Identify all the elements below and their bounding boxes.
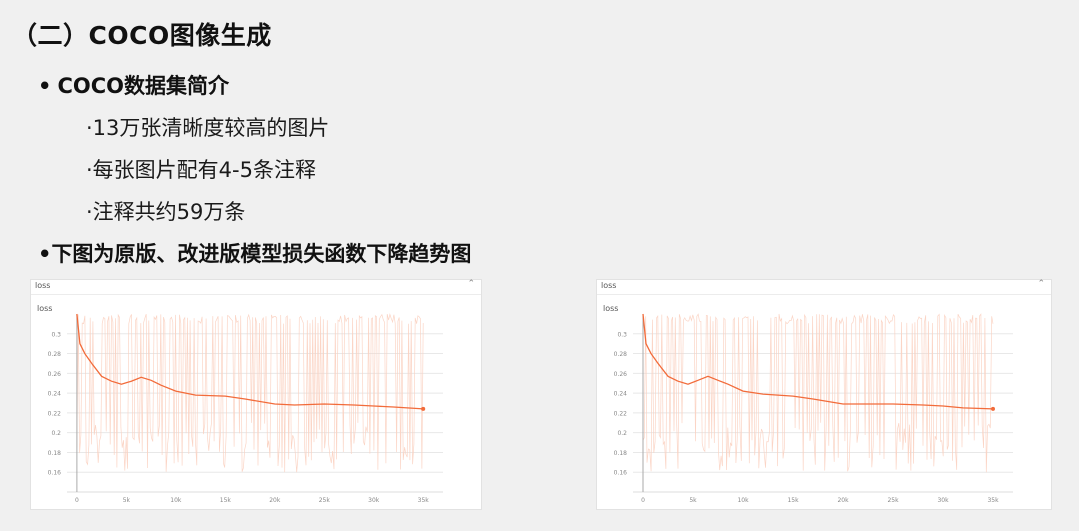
panel-header: loss ⌃ xyxy=(31,279,481,295)
bullet-dataset-intro: • COCO数据集简介 xyxy=(38,70,229,100)
x-tick-label: 15k xyxy=(220,497,232,504)
x-tick-label: 0 xyxy=(641,497,645,504)
x-tick-label: 30k xyxy=(368,497,380,504)
y-tick-label: 0.16 xyxy=(48,470,62,477)
y-tick-label: 0.2 xyxy=(617,430,627,437)
loss-chart-improved: 0.16 0.18 0.2 0.22 0.24 0.26 0.28 0.3 0 5k 10k 15k 2… xyxy=(614,313,1013,504)
y-tick-label: 0.24 xyxy=(614,391,628,398)
bullet-text: COCO数据集简介 xyxy=(57,74,229,98)
slide-title: （二）COCO图像生成 xyxy=(12,21,272,50)
loss-panel-original: loss ⌃ loss 0.16 0.18 0.2 0.22 0.24 0.26 0.28 0… xyxy=(30,279,482,510)
x-tick-label: 10k xyxy=(737,497,749,504)
chevron-up-icon[interactable]: ⌃ xyxy=(1037,279,1045,289)
x-tick-label: 35k xyxy=(418,497,430,504)
y-tick-label: 0.28 xyxy=(48,351,62,358)
bullet-loss-trend: •下图为原版、改进版模型损失函数下降趋势图 xyxy=(38,238,471,268)
y-tick-label: 0.22 xyxy=(48,410,62,417)
loss-panel-improved: loss ⌃ loss 0.16 0.18 0.2 0.22 0.24 0.26 0.28 0… xyxy=(596,279,1052,510)
panel-header-label: loss xyxy=(601,281,617,290)
series-end-point xyxy=(991,406,995,411)
x-tick-label: 10k xyxy=(170,497,182,504)
x-tick-label: 25k xyxy=(887,497,899,504)
x-tick-label: 20k xyxy=(837,497,849,504)
y-tick-label: 0.26 xyxy=(614,371,628,378)
sub-item-total-captions: ·注释共约59万条 xyxy=(86,200,246,224)
x-tick-label: 0 xyxy=(75,497,79,504)
y-tick-label: 0.16 xyxy=(614,470,628,477)
x-tick-label: 5k xyxy=(123,497,131,504)
bullet-dot: • xyxy=(38,242,52,266)
x-tick-label: 5k xyxy=(689,497,697,504)
y-tick-label: 0.22 xyxy=(614,410,628,417)
slide: （二）COCO图像生成 • COCO数据集简介 ·13万张清晰度较高的图片 ·每张… xyxy=(0,0,1079,531)
panel-header: loss ⌃ xyxy=(597,279,1051,295)
smoothed-loss-series xyxy=(642,313,994,410)
sub-item-captions-per-image: ·每张图片配有4-5条注释 xyxy=(86,158,316,182)
y-tick-label: 0.18 xyxy=(48,450,62,457)
x-tick-label: 30k xyxy=(937,497,949,504)
y-tick-label: 0.28 xyxy=(614,351,628,358)
y-tick-label: 0.3 xyxy=(51,331,61,338)
bullet-text: 下图为原版、改进版模型损失函数下降趋势图 xyxy=(51,242,472,266)
y-tick-label: 0.26 xyxy=(48,371,62,378)
sub-item-image-count: ·13万张清晰度较高的图片 xyxy=(86,116,330,140)
chevron-up-icon[interactable]: ⌃ xyxy=(467,279,475,289)
x-tick-label: 25k xyxy=(319,497,331,504)
y-tick-label: 0.18 xyxy=(614,450,628,457)
y-tick-label: 0.2 xyxy=(51,430,61,437)
loss-chart-original: 0.16 0.18 0.2 0.22 0.24 0.26 0.28 0.3 0 5k 10k 15k 2… xyxy=(48,313,443,504)
y-tick-label: 0.3 xyxy=(617,331,627,338)
x-tick-label: 15k xyxy=(787,497,799,504)
y-tick-label: 0.24 xyxy=(48,391,62,398)
panel-header-label: loss xyxy=(35,281,51,290)
bullet-dot: • xyxy=(38,74,52,98)
series-end-point xyxy=(421,406,426,411)
x-tick-label: 35k xyxy=(987,497,999,504)
x-tick-label: 20k xyxy=(269,497,281,504)
